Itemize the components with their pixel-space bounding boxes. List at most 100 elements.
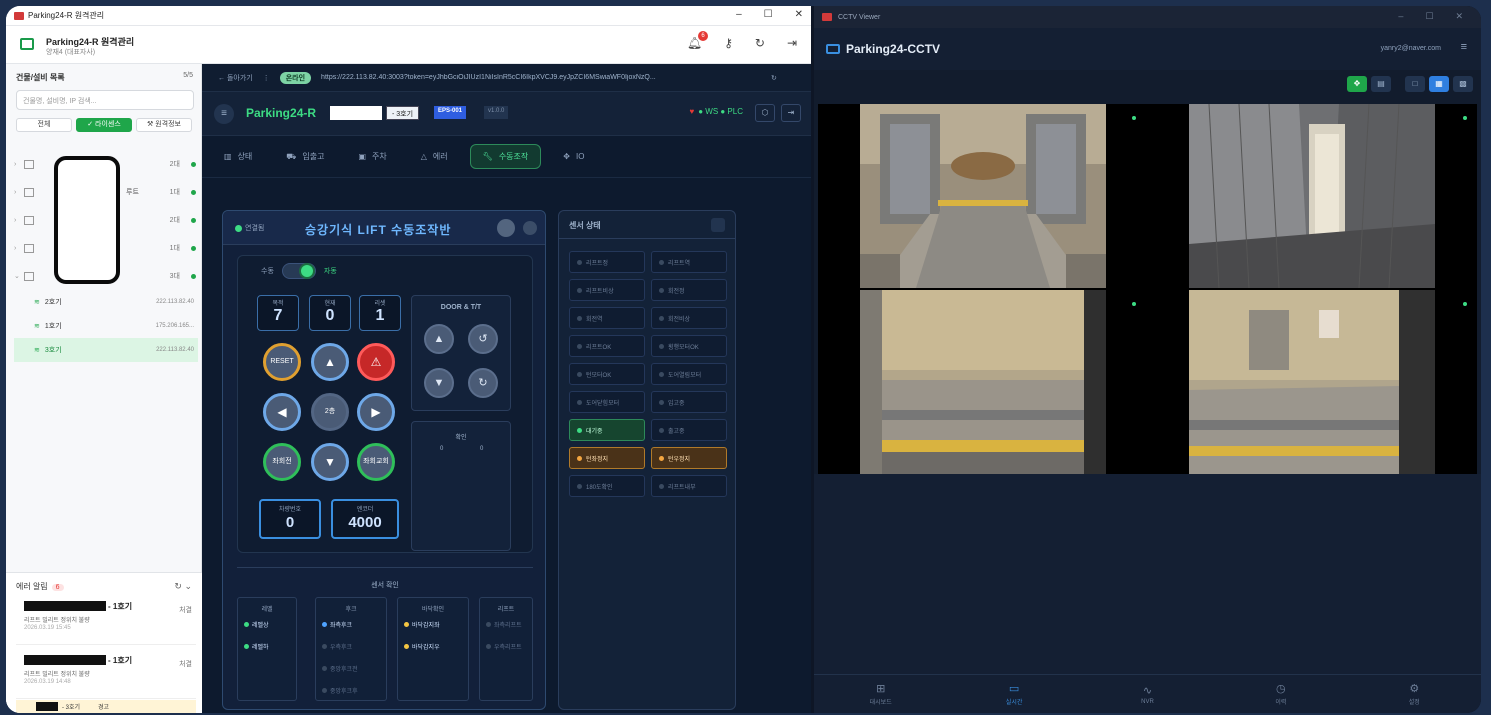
sensor-confirm-section: 센서 확인 레벨 레벨상 레벨하 후크 좌측후크 우측후크 중앙후크전 중앙후크… — [237, 567, 533, 701]
nav-history[interactable]: ◷ 이력 — [1241, 682, 1321, 706]
sensor-label: 도어열림모터 — [668, 372, 702, 379]
sidebar-item-unit3[interactable]: ≋ 3호기 222.113.82.40 — [14, 338, 198, 362]
maximize-icon[interactable]: ☐ — [764, 9, 773, 20]
tab-inout[interactable]: ⛟ 입출고 — [286, 151, 324, 162]
url-text[interactable]: https://222.113.82.40:3003?token=eyJhbGc… — [321, 74, 761, 81]
down-arrow-button[interactable]: ▼ — [311, 443, 349, 481]
maximize-icon[interactable]: ☐ — [1425, 11, 1433, 22]
nine-view-icon[interactable]: ▩ — [1453, 76, 1473, 92]
door-tt-box: DOOR & T/T ▲ ↺ ▼ ↻ — [411, 295, 511, 411]
rotate-left-button[interactable]: 좌회전 — [263, 443, 301, 481]
left-arrow-button[interactable]: ◀ — [263, 393, 301, 431]
filter-license[interactable]: ✓ 라이센스 — [76, 118, 132, 132]
filter-remote[interactable]: ⚒ 원격정보 — [136, 118, 192, 132]
num-value: 7 — [273, 307, 283, 324]
refresh-icon[interactable]: ↻ ⌄ — [174, 581, 192, 592]
door-down-button[interactable]: ▼ — [424, 368, 454, 398]
emergency-stop-button[interactable]: ⚠ — [357, 343, 395, 381]
alert-item[interactable]: - 1호기 리프트 밀리트 정위치 불량 2026.03.19 15:45 처결 — [16, 597, 196, 645]
bell-icon[interactable]: 🔔︎ 6 — [687, 31, 709, 50]
refresh-icon[interactable]: ↻ — [755, 36, 765, 50]
camera-feed-1[interactable] — [818, 104, 1146, 288]
reset-button[interactable]: RESET — [263, 343, 301, 381]
tab-status[interactable]: ▥ 상태 — [224, 151, 252, 162]
nav-label: NVR — [1141, 698, 1154, 705]
alert-item[interactable]: - 1호기 리프트 밀리트 정위치 불량 2026.03.19 14:48 처결 — [16, 651, 196, 699]
right-arrow-button[interactable]: ▶ — [357, 393, 395, 431]
camera-feed-3[interactable] — [818, 290, 1146, 474]
alert-item-partial[interactable]: - 3호기 경고 — [16, 700, 196, 713]
alert-floor: - 1호기 — [108, 656, 133, 665]
settings-icon[interactable]: ⬡ — [755, 104, 775, 122]
search-input[interactable]: 건물명, 설비명, IP 검색... — [16, 90, 194, 110]
tab-error[interactable]: △ 에러 — [421, 151, 448, 162]
logout-icon[interactable]: ⇥ — [787, 36, 797, 50]
logout-icon[interactable]: ⇥ — [781, 104, 801, 122]
chevron-right-icon: › — [14, 188, 17, 196]
sensor-state-item: 입고중 — [651, 391, 727, 413]
mode-toggle[interactable] — [281, 263, 316, 279]
up-arrow-button[interactable]: ▲ — [311, 343, 349, 381]
camera-feed-4[interactable] — [1149, 290, 1477, 474]
layout-icon[interactable]: ▤ — [1371, 76, 1391, 92]
tt-rotate-cw-button[interactable]: ↻ — [468, 368, 498, 398]
sensor-item: 바닥감지우 — [398, 635, 468, 657]
close-icon[interactable]: ✕ — [795, 9, 803, 20]
single-view-icon[interactable]: □ — [1405, 76, 1425, 92]
edit-icon[interactable] — [497, 219, 515, 237]
rotate-right-button[interactable]: 좌회교회 — [357, 443, 395, 481]
nav-live[interactable]: ▭ 실시간 — [974, 682, 1054, 706]
camera-icon — [826, 44, 840, 54]
encoder-display: 엔코더 4000 — [331, 499, 399, 539]
sensor-label: 회전정 — [668, 288, 685, 295]
camera-feed-2[interactable] — [1149, 104, 1477, 288]
chevron-down-icon: ⌄ — [14, 273, 20, 280]
grid-icon: ⊞ — [876, 683, 886, 695]
sensor-label: 리프트비상 — [586, 288, 614, 295]
chevron-right-icon: › — [14, 160, 17, 168]
remote-dashboard: ← 돌아가기 ⋮ 온라인 https://222.113.82.40:3003?… — [202, 64, 811, 713]
filter-all[interactable]: 전체 — [16, 118, 72, 132]
more-icon[interactable]: ⋮ — [263, 74, 270, 82]
sensor-dot — [659, 315, 664, 321]
alert-action[interactable]: 처결 — [179, 659, 192, 669]
minimize-icon[interactable]: – — [1398, 11, 1403, 22]
camera-image — [860, 104, 1106, 288]
tab-manual[interactable]: 🔧︎ 수동조작 — [469, 144, 542, 169]
sensor-col-floor: 바닥확인 바닥감지좌 바닥감지우 — [397, 597, 469, 701]
num-label: 현재 — [324, 301, 336, 307]
nav-nvr[interactable]: ∿ NVR — [1107, 684, 1187, 705]
settings-icon[interactable] — [523, 221, 537, 235]
door-up-button[interactable]: ▲ — [424, 324, 454, 354]
quad-view-icon[interactable]: ▦ — [1429, 76, 1449, 92]
nav-label: 실시간 — [1005, 700, 1023, 706]
alert-action[interactable]: 처결 — [179, 605, 192, 615]
sidebar-item-unit1[interactable]: ≋ 1호기 175.206.165... — [14, 314, 198, 338]
nav-settings[interactable]: ⚙ 설정 — [1374, 682, 1454, 706]
settings-icon[interactable] — [711, 218, 725, 232]
close-icon[interactable]: ✕ — [1455, 11, 1463, 22]
tab-parking[interactable]: ▣ 주차 — [358, 151, 386, 162]
key-icon[interactable]: ⚷ — [724, 36, 733, 50]
pulse-icon: ∿ — [1142, 684, 1153, 697]
camera-status-dot — [1463, 116, 1467, 120]
back-link[interactable]: ← 돌아가기 — [218, 73, 253, 83]
toggle-right-label: 자동 — [323, 268, 337, 275]
hamburger-icon[interactable]: ≡ — [214, 104, 234, 124]
building-icon — [24, 215, 34, 225]
ptz-icon[interactable]: ✥ — [1347, 76, 1367, 92]
sidebar-item-unit2[interactable]: ≋ 2호기 222.113.82.40 — [14, 290, 198, 314]
sensor-label: 턴좌정지 — [586, 456, 609, 463]
minimize-icon[interactable]: – — [736, 9, 742, 20]
alert-desc: 리프트 밀리트 정위치 불량 — [24, 672, 90, 678]
remote-management-window: Parking24-R 원격관리 – ☐ ✕ Parking24-R 원격관리 … — [6, 6, 811, 713]
alerts-title-text: 에러 알림 — [16, 582, 48, 591]
refresh-icon[interactable]: ↻ — [771, 74, 777, 82]
nav-dashboard[interactable]: ⊞ 대시보드 — [841, 682, 921, 706]
hamburger-icon[interactable]: ≡ — [1461, 41, 1467, 53]
floor-center-button[interactable]: 2층 — [311, 393, 349, 431]
tab-io[interactable]: ✥ IO — [563, 152, 584, 161]
tt-rotate-ccw-button[interactable]: ↺ — [468, 324, 498, 354]
sensor-item: 좌측후크 — [316, 613, 386, 635]
sensor-dot — [659, 427, 664, 433]
